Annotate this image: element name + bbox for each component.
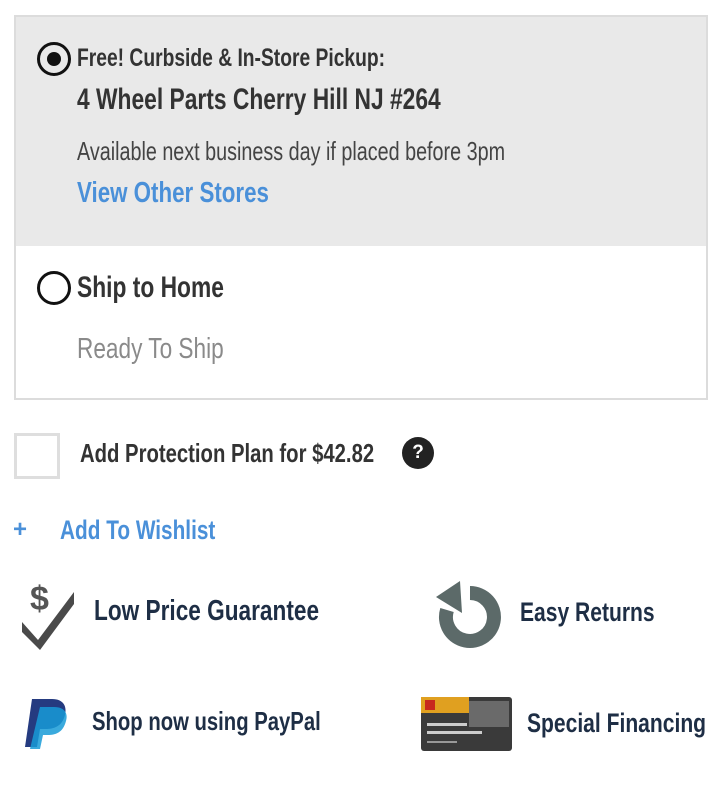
ship-option[interactable]: Ship to Home Ready To Ship — [16, 246, 706, 398]
paypal-label[interactable]: Shop now using PayPal — [92, 706, 385, 737]
protection-plan-text: Add Protection Plan for $42.82 — [80, 438, 375, 468]
return-arrow-icon — [434, 577, 506, 653]
wishlist-plus-icon[interactable]: + — [13, 516, 27, 544]
add-to-wishlist-link[interactable]: Add To Wishlist — [60, 515, 262, 546]
help-icon[interactable]: ? — [402, 437, 434, 469]
dollar-check-icon: $ — [18, 578, 78, 650]
easy-returns-text[interactable]: Easy Returns — [520, 597, 655, 628]
low-price-guarantee-label[interactable]: Low Price Guarantee — [94, 595, 383, 628]
pickup-option[interactable]: Free! Curbside & In-Store Pickup: 4 Whee… — [16, 17, 706, 246]
credit-card-icon — [421, 697, 512, 751]
ship-status-text: Ready To Ship — [77, 333, 224, 365]
fulfillment-options: Free! Curbside & In-Store Pickup: 4 Whee… — [14, 15, 708, 400]
pickup-label: Free! Curbside & In-Store Pickup: — [77, 44, 477, 73]
availability-text-span: Available next business day if placed be… — [77, 136, 506, 166]
protection-plan-checkbox[interactable] — [14, 433, 60, 479]
pickup-label-text: Free! Curbside & In-Store Pickup: — [77, 44, 386, 72]
store-name: 4 Wheel Parts Cherry Hill NJ #264 — [77, 83, 556, 117]
ship-status: Ready To Ship — [77, 333, 265, 366]
low-price-guarantee-text[interactable]: Low Price Guarantee — [94, 595, 319, 628]
view-other-stores-link[interactable]: View Other Stores — [77, 177, 326, 210]
easy-returns-label[interactable]: Easy Returns — [520, 597, 693, 628]
special-financing-text[interactable]: Special Financing — [527, 708, 706, 739]
ship-label: Ship to Home — [77, 271, 270, 305]
availability-text: Available next business day if placed be… — [77, 136, 640, 167]
pickup-radio[interactable] — [37, 42, 71, 76]
radio-selected-dot — [47, 52, 61, 66]
add-to-wishlist-text[interactable]: Add To Wishlist — [60, 515, 215, 546]
view-other-stores-text[interactable]: View Other Stores — [77, 177, 269, 210]
svg-text:$: $ — [30, 580, 49, 618]
ship-radio[interactable] — [37, 271, 71, 305]
special-financing-label[interactable]: Special Financing — [527, 708, 728, 739]
paypal-icon — [22, 697, 70, 749]
paypal-text[interactable]: Shop now using PayPal — [92, 706, 321, 737]
store-name-text: 4 Wheel Parts Cherry Hill NJ #264 — [77, 83, 441, 116]
protection-plan-label: Add Protection Plan for $42.82 — [80, 438, 457, 469]
ship-label-text: Ship to Home — [77, 271, 224, 304]
